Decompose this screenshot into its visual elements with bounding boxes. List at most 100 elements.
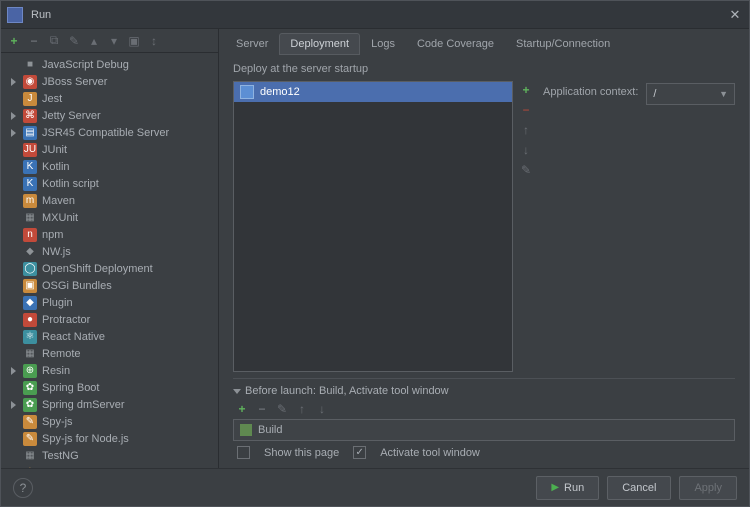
tree-label: MXUnit — [42, 212, 78, 224]
tree-icon: J — [23, 92, 37, 106]
config-tree[interactable]: ■ JavaScript Debug ◉JBoss Server J Jest ⌘Jett… — [1, 53, 218, 468]
tree-item-mxunit[interactable]: ▦ MXUnit — [1, 209, 218, 226]
tree-item-spy-js[interactable]: ✎Spy-js — [1, 413, 218, 430]
run-button[interactable]: ▶Run — [536, 476, 599, 500]
expand-icon[interactable]: ↕ — [147, 34, 161, 48]
settings-icon[interactable]: ✎ — [67, 34, 81, 48]
tree-icon: n — [23, 228, 37, 242]
tree-label: OSGi Bundles — [42, 280, 112, 292]
tree-item-jsr45-compatible-server[interactable]: ▤JSR45 Compatible Server — [1, 124, 218, 141]
tree-icon: ⌘ — [23, 109, 37, 123]
tree-item-junit[interactable]: JU JUnit — [1, 141, 218, 158]
tree-label: TestNG — [42, 450, 79, 462]
tree-item-spy-js-for-node-js[interactable]: ✎ Spy-js for Node.js — [1, 430, 218, 447]
before-launch-section: Before launch: Build, Activate tool wind… — [233, 378, 735, 464]
move-up-icon[interactable]: ↑ — [519, 123, 533, 137]
before-launch-header[interactable]: Before launch: Build, Activate tool wind… — [233, 385, 735, 397]
bl-add-icon[interactable]: + — [235, 402, 249, 416]
tree-label: Maven — [42, 195, 75, 207]
tree-icon: ▦ — [23, 211, 37, 225]
tree-label: JSR45 Compatible Server — [42, 127, 169, 139]
run-icon: ▶ — [551, 482, 559, 493]
bl-up-icon[interactable]: ↑ — [295, 402, 309, 416]
tab-code-coverage[interactable]: Code Coverage — [406, 33, 505, 55]
tree-item-testng[interactable]: ▦TestNG — [1, 447, 218, 464]
before-launch-list[interactable]: Build — [233, 419, 735, 441]
tree-icon: ⊕ — [23, 364, 37, 378]
tree-item-jest[interactable]: J Jest — [1, 90, 218, 107]
cancel-button[interactable]: Cancel — [607, 476, 671, 500]
bl-edit-icon[interactable]: ✎ — [275, 402, 289, 416]
tree-item-resin[interactable]: ⊕Resin — [1, 362, 218, 379]
tree-item-npm[interactable]: nnpm — [1, 226, 218, 243]
tree-item-nw-js[interactable]: ◆NW.js — [1, 243, 218, 260]
remove-config-icon[interactable]: − — [27, 34, 41, 48]
tree-label: Spring dmServer — [42, 399, 125, 411]
tree-label: JBoss Server — [42, 76, 107, 88]
up-icon[interactable]: ▴ — [87, 34, 101, 48]
tree-item-maven[interactable]: m Maven — [1, 192, 218, 209]
tree-label: Spring Boot — [42, 382, 99, 394]
tab-deployment[interactable]: Deployment — [279, 33, 360, 55]
context-value: / — [653, 88, 656, 100]
artifact-folder-icon — [240, 85, 254, 99]
tree-item-react-native[interactable]: ⚛React Native — [1, 328, 218, 345]
move-down-icon[interactable]: ↓ — [519, 143, 533, 157]
tree-item-spring-boot[interactable]: ✿ Spring Boot — [1, 379, 218, 396]
edit-artifact-icon[interactable]: ✎ — [519, 163, 533, 177]
artifact-side-buttons: + − ↑ ↓ ✎ — [519, 81, 533, 372]
tree-label: npm — [42, 229, 63, 241]
before-launch-item: Build — [258, 424, 282, 436]
tree-icon: ✎ — [23, 432, 37, 446]
close-icon[interactable]: ✕ — [727, 7, 743, 23]
tree-icon: ◆ — [23, 245, 37, 259]
artifact-item[interactable]: demo12 — [234, 82, 512, 102]
left-toolbar: + − ⧉ ✎ ▴ ▾ ▣ ↕ — [1, 29, 218, 53]
bl-remove-icon[interactable]: − — [255, 402, 269, 416]
add-config-icon[interactable]: + — [7, 34, 21, 48]
context-label: Application context: — [543, 83, 638, 98]
tree-label: JUnit — [42, 144, 67, 156]
tab-logs[interactable]: Logs — [360, 33, 406, 55]
tree-item-osgi-bundles[interactable]: ▣OSGi Bundles — [1, 277, 218, 294]
tree-item-protractor[interactable]: ●Protractor — [1, 311, 218, 328]
tree-icon: ▦ — [23, 347, 37, 361]
apply-button[interactable]: Apply — [679, 476, 737, 500]
tree-icon: ■ — [23, 58, 37, 72]
tree-label: Spy-js for Node.js — [42, 433, 129, 445]
tab-server[interactable]: Server — [225, 33, 279, 55]
tree-icon: ✿ — [23, 398, 37, 412]
show-page-checkbox[interactable] — [237, 446, 250, 459]
tabs-bar: ServerDeploymentLogsCode CoverageStartup… — [219, 29, 749, 55]
tree-item-remote[interactable]: ▦Remote — [1, 345, 218, 362]
bl-down-icon[interactable]: ↓ — [315, 402, 329, 416]
tree-icon: ✎ — [23, 415, 37, 429]
artifacts-list[interactable]: demo12 — [233, 81, 513, 372]
down-icon[interactable]: ▾ — [107, 34, 121, 48]
context-select[interactable]: / ▼ — [646, 83, 735, 105]
add-artifact-icon[interactable]: + — [519, 83, 533, 97]
tree-icon: m — [23, 194, 37, 208]
remove-artifact-icon[interactable]: − — [519, 103, 533, 117]
activate-window-checkbox[interactable]: ✓ — [353, 446, 366, 459]
tree-icon: JU — [23, 143, 37, 157]
tree-item-kotlin-script[interactable]: KKotlin script — [1, 175, 218, 192]
tree-item-kotlin[interactable]: KKotlin — [1, 158, 218, 175]
tree-item-plugin[interactable]: ◆Plugin — [1, 294, 218, 311]
tree-item-jetty-server[interactable]: ⌘Jetty Server — [1, 107, 218, 124]
tree-icon: ✿ — [23, 381, 37, 395]
folder-icon[interactable]: ▣ — [127, 34, 141, 48]
tree-label: Jest — [42, 93, 62, 105]
tree-item-jboss-server[interactable]: ◉JBoss Server — [1, 73, 218, 90]
context-row: Application context: / ▼ — [543, 81, 735, 372]
tree-item-spring-dmserver[interactable]: ✿ Spring dmServer — [1, 396, 218, 413]
help-button[interactable]: ? — [13, 478, 33, 498]
deploy-header: Deploy at the server startup — [233, 63, 735, 75]
tree-item-openshift-deployment[interactable]: ◯OpenShift Deployment — [1, 260, 218, 277]
before-launch-title: Before launch: Build, Activate tool wind… — [245, 385, 449, 397]
tree-label: JavaScript Debug — [42, 59, 129, 71]
tab-startup-connection[interactable]: Startup/Connection — [505, 33, 621, 55]
copy-config-icon[interactable]: ⧉ — [47, 34, 61, 48]
artifacts-wrap: demo12 + − ↑ ↓ ✎ — [233, 81, 533, 372]
tree-item-javascript-debug[interactable]: ■ JavaScript Debug — [1, 56, 218, 73]
